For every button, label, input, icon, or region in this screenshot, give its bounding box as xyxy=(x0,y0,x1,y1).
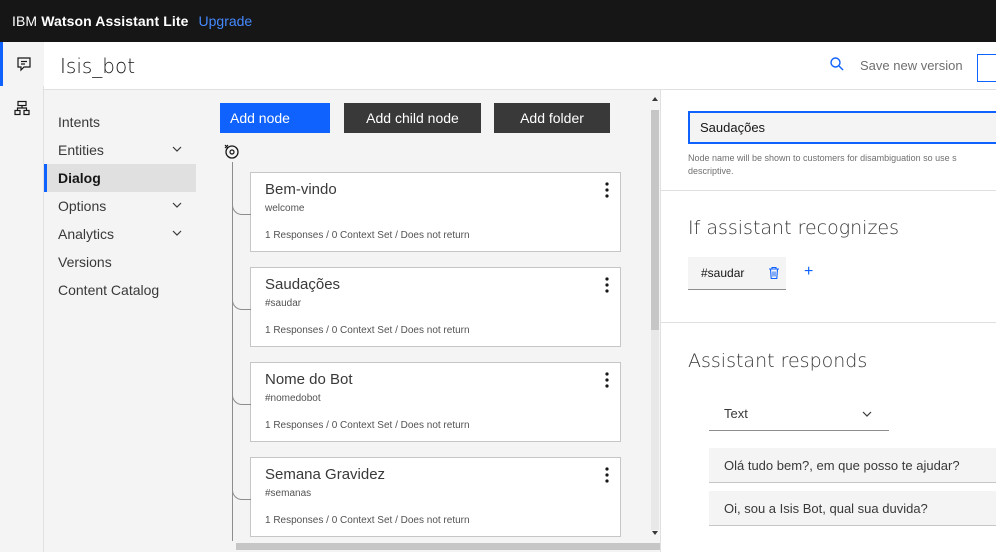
dialog-tree-panel: Add node Add child node Add folder Bem-v… xyxy=(196,90,660,552)
nav-entities[interactable]: Entities xyxy=(44,136,196,164)
node-editor-panel: Saudações Node name will be shown to cus… xyxy=(660,90,996,552)
nav-label: Content Catalog xyxy=(58,282,160,298)
node-connector xyxy=(232,288,251,310)
node-condition: #nomedobot xyxy=(265,393,321,404)
nav-intents[interactable]: Intents xyxy=(44,108,196,136)
dialog-icon xyxy=(16,57,31,72)
nav-label: Versions xyxy=(58,254,112,270)
scrollbar-thumb[interactable] xyxy=(651,110,659,330)
section-divider xyxy=(661,322,996,323)
node-name-help-text: Node name will be shown to customers for… xyxy=(688,153,957,176)
dialog-node[interactable]: Bem-vindo welcome 1 Responses / 0 Contex… xyxy=(232,172,621,252)
chevron-down-icon xyxy=(172,202,182,208)
node-connector xyxy=(232,383,251,405)
add-node-button[interactable]: Add node xyxy=(220,103,330,133)
response-text-input[interactable]: Oi, sou a Isis Bot, qual sua duvida? xyxy=(709,491,996,526)
response-text-input[interactable]: Olá tudo bem?, em que posso te ajudar? xyxy=(709,448,996,483)
skill-navigation: Intents Entities Dialog Options Analytic… xyxy=(44,90,196,552)
rail-dialog[interactable] xyxy=(0,42,44,86)
nav-label: Analytics xyxy=(58,226,115,242)
chevron-down-icon xyxy=(862,411,872,417)
overflow-menu-icon[interactable] xyxy=(604,181,610,199)
node-condition: #saudar xyxy=(265,298,302,309)
response-type-value: Text xyxy=(724,405,748,421)
node-summary: 1 Responses / 0 Context Set / Does not r… xyxy=(265,325,470,336)
trash-icon[interactable] xyxy=(768,266,780,280)
dialog-node[interactable]: Semana Gravidez #semanas 1 Responses / 0… xyxy=(232,457,621,537)
responds-heading: Assistant responds xyxy=(688,350,868,372)
condition-tag[interactable]: #saudar xyxy=(688,257,786,290)
nav-options[interactable]: Options xyxy=(44,192,196,220)
header-action-button[interactable] xyxy=(977,54,996,82)
tree-structure-icon xyxy=(14,100,30,116)
chevron-down-icon xyxy=(172,146,182,152)
add-condition-button[interactable]: + xyxy=(804,263,813,281)
skill-header: Isis_bot Save new version xyxy=(44,42,996,90)
overflow-menu-icon[interactable] xyxy=(604,466,610,484)
bot-name: Isis_bot xyxy=(60,53,136,78)
response-type-select[interactable]: Text xyxy=(709,396,889,431)
conversation-start-icon xyxy=(224,144,239,159)
search-icon xyxy=(830,57,844,71)
dialog-node[interactable]: Nome do Bot #nomedobot 1 Responses / 0 C… xyxy=(232,362,621,442)
upgrade-link[interactable]: Upgrade xyxy=(199,13,253,29)
overflow-menu-icon[interactable] xyxy=(604,276,610,294)
node-summary: 1 Responses / 0 Context Set / Does not r… xyxy=(265,420,470,431)
vertical-scrollbar[interactable] xyxy=(648,90,660,542)
node-connector xyxy=(232,478,251,500)
nav-content-catalog[interactable]: Content Catalog xyxy=(44,276,196,304)
nav-label: Dialog xyxy=(58,170,101,186)
chevron-down-icon xyxy=(172,230,182,236)
node-summary: 1 Responses / 0 Context Set / Does not r… xyxy=(265,230,470,241)
recognizes-heading: If assistant recognizes xyxy=(688,217,900,239)
node-title: Bem-vindo xyxy=(265,181,337,198)
node-condition: welcome xyxy=(265,203,305,214)
nav-dialog[interactable]: Dialog xyxy=(44,164,196,192)
add-child-node-button[interactable]: Add child node xyxy=(344,103,481,133)
condition-text: #saudar xyxy=(701,266,745,280)
overflow-menu-icon[interactable] xyxy=(604,371,610,389)
dialog-node[interactable]: Saudações #saudar 1 Responses / 0 Contex… xyxy=(232,267,621,347)
node-summary: 1 Responses / 0 Context Set / Does not r… xyxy=(265,515,470,526)
nav-label: Options xyxy=(58,198,107,214)
rail-structure[interactable] xyxy=(0,86,44,130)
add-folder-button[interactable]: Add folder xyxy=(494,103,610,133)
nav-label: Entities xyxy=(58,142,104,158)
node-title: Saudações xyxy=(265,276,341,293)
node-connector xyxy=(232,193,251,215)
section-divider xyxy=(661,190,996,191)
node-name-input[interactable]: Saudações xyxy=(688,111,996,144)
node-title: Semana Gravidez xyxy=(265,466,386,483)
save-new-version-button[interactable]: Save new version xyxy=(860,58,963,73)
nav-versions[interactable]: Versions xyxy=(44,248,196,276)
nav-analytics[interactable]: Analytics xyxy=(44,220,196,248)
node-condition: #semanas xyxy=(265,488,312,499)
product-name: IBM Watson Assistant Lite xyxy=(12,13,189,29)
nav-label: Intents xyxy=(58,114,101,130)
search-button[interactable] xyxy=(829,56,845,77)
icon-rail xyxy=(0,42,44,552)
node-title: Nome do Bot xyxy=(265,371,353,388)
top-bar: IBM Watson Assistant Lite Upgrade xyxy=(0,0,996,42)
